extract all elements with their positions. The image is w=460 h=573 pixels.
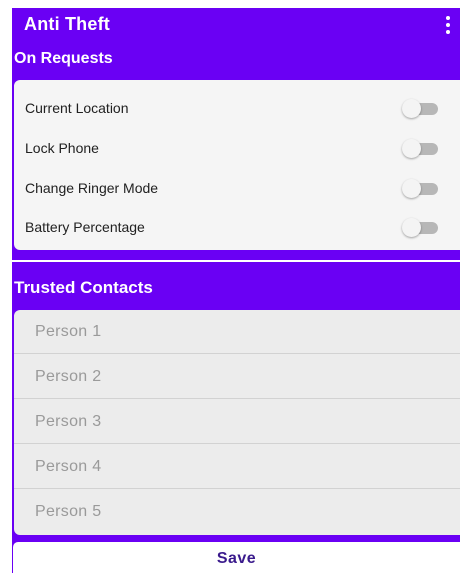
trusted-contacts-title: Trusted Contacts (14, 278, 153, 297)
switch-thumb (402, 139, 421, 158)
battery-percentage-switch[interactable] (402, 218, 442, 237)
switch-thumb (402, 99, 421, 118)
person-2-placeholder: Person 2 (35, 368, 102, 385)
on-requests-card: Current Location Lock Phone Change Ringe… (14, 80, 460, 250)
switch-thumb (402, 218, 421, 237)
change-ringer-mode-switch[interactable] (402, 179, 442, 198)
toggle-row-lock-phone[interactable]: Lock Phone (14, 128, 460, 168)
person-3-placeholder: Person 3 (35, 413, 102, 430)
overflow-menu-icon[interactable] (444, 16, 452, 34)
toggle-row-current-location[interactable]: Current Location (14, 88, 460, 128)
on-requests-title: On Requests (14, 50, 113, 67)
person-2-field[interactable]: Person 2 (14, 355, 460, 399)
section-divider (12, 260, 460, 262)
toggle-label: Lock Phone (25, 140, 99, 156)
trusted-contacts-card: Person 1 Person 2 Person 3 Person 4 Pers… (14, 310, 460, 535)
toggle-label: Current Location (25, 100, 129, 116)
app-bar: Anti Theft (12, 8, 460, 44)
lock-phone-switch[interactable] (402, 139, 442, 158)
current-location-switch[interactable] (402, 99, 442, 118)
person-1-field[interactable]: Person 1 (14, 310, 460, 354)
toggle-row-battery-percentage[interactable]: Battery Percentage (14, 207, 460, 247)
save-button[interactable]: Save (13, 542, 460, 573)
person-4-placeholder: Person 4 (35, 458, 102, 475)
person-5-field[interactable]: Person 5 (14, 490, 460, 534)
person-1-placeholder: Person 1 (35, 323, 102, 340)
person-3-field[interactable]: Person 3 (14, 400, 460, 444)
toggle-row-change-ringer-mode[interactable]: Change Ringer Mode (14, 168, 460, 208)
app-title: Anti Theft (24, 14, 110, 34)
save-button-label: Save (216, 550, 257, 567)
app-screen: Anti Theft On Requests Current Location … (12, 8, 460, 573)
person-5-placeholder: Person 5 (35, 503, 102, 520)
person-4-field[interactable]: Person 4 (14, 445, 460, 489)
toggle-label: Change Ringer Mode (25, 180, 159, 196)
toggle-label: Battery Percentage (25, 219, 145, 235)
switch-thumb (402, 179, 421, 198)
